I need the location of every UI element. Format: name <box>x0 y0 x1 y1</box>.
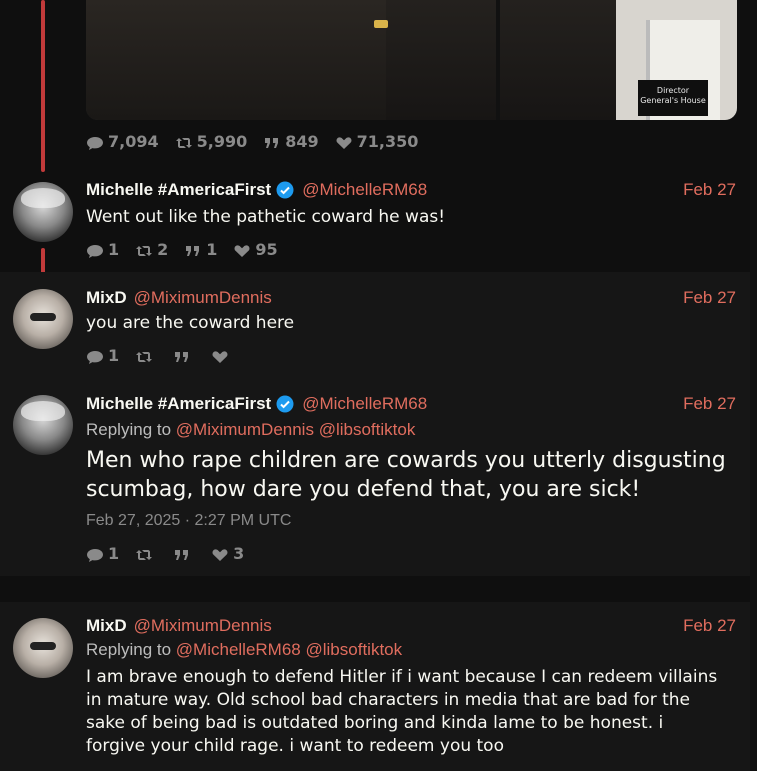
heart-icon <box>233 243 251 257</box>
reply-stat[interactable]: 7,094 <box>86 132 159 151</box>
heart-icon <box>211 547 229 561</box>
quote-icon <box>173 349 191 363</box>
reply-stat[interactable]: 1 <box>86 346 119 365</box>
user-handle[interactable]: @MichelleRM68 <box>302 394 427 414</box>
user-handle[interactable]: @MichelleRM68 <box>302 180 427 200</box>
comment-icon <box>86 547 104 562</box>
tweet-date[interactable]: Feb 27 <box>683 288 736 308</box>
tweet-date[interactable]: Feb 27 <box>683 394 736 414</box>
tweet-stats: 1 2 1 95 <box>86 240 294 259</box>
comment-icon <box>86 243 104 258</box>
tweet-media-image[interactable]: Director General's House <box>86 0 737 120</box>
tweet-stats: 1 3 <box>86 544 260 563</box>
avatar[interactable] <box>13 182 73 242</box>
retweet-stat[interactable]: 2 <box>135 240 168 259</box>
retweet-stat[interactable]: 5,990 <box>175 132 247 151</box>
mention-link[interactable]: @MichelleRM68 <box>176 640 301 659</box>
avatar[interactable] <box>13 618 73 678</box>
mention-link[interactable]: @libsoftiktok <box>306 640 403 659</box>
tweet-timestamp[interactable]: Feb 27, 2025 · 2:27 PM UTC <box>86 512 291 530</box>
quote-stat[interactable] <box>173 349 195 363</box>
like-stat[interactable]: 71,350 <box>335 132 418 151</box>
avatar[interactable] <box>13 395 73 455</box>
replying-to: Replying to @MichelleRM68 @libsoftiktok <box>86 640 403 659</box>
tweet-text: Men who rape children are cowards you ut… <box>86 448 726 502</box>
display-name[interactable]: Michelle #AmericaFirst <box>86 394 271 414</box>
image-sign: Director General's House <box>638 80 708 116</box>
heart-icon <box>211 349 229 363</box>
retweet-stat[interactable] <box>135 349 157 363</box>
tweet-date[interactable]: Feb 27 <box>683 180 736 200</box>
comment-icon <box>86 349 104 364</box>
display-name[interactable]: Michelle #AmericaFirst <box>86 180 271 200</box>
user-handle[interactable]: @MiximumDennis <box>134 288 272 308</box>
heart-icon <box>335 135 353 149</box>
like-stat[interactable]: 3 <box>211 544 244 563</box>
verified-badge-icon <box>276 181 294 199</box>
tweet-focused: Michelle #AmericaFirst @MichelleRM68 Feb… <box>0 378 750 576</box>
tweet-text: I am brave enough to defend Hitler if i … <box>86 667 718 756</box>
retweet-icon <box>135 349 153 363</box>
reply-stat[interactable]: 1 <box>86 240 119 259</box>
tweet-reply: Michelle #AmericaFirst @MichelleRM68 Feb… <box>0 172 750 270</box>
tweet-reply: MixD @MiximumDennis Feb 27 you are the c… <box>0 272 750 378</box>
avatar[interactable] <box>13 289 73 349</box>
display-name[interactable]: MixD <box>86 288 127 308</box>
retweet-icon <box>135 243 153 257</box>
quote-stat[interactable]: 849 <box>263 132 319 151</box>
display-name[interactable]: MixD <box>86 616 127 636</box>
quote-icon <box>173 547 191 561</box>
user-handle[interactable]: @MiximumDennis <box>134 616 272 636</box>
retweet-stat[interactable] <box>135 547 157 561</box>
reply-stat[interactable]: 1 <box>86 544 119 563</box>
comment-icon <box>86 135 104 150</box>
quote-stat[interactable]: 1 <box>184 240 217 259</box>
tweet-reply: MixD @MiximumDennis Feb 27 Replying to @… <box>0 602 750 771</box>
tweet-date[interactable]: Feb 27 <box>683 616 736 636</box>
quote-stat[interactable] <box>173 547 195 561</box>
retweet-icon <box>175 135 193 149</box>
tweet-text: you are the coward here <box>86 313 295 333</box>
mention-link[interactable]: @MiximumDennis <box>176 420 314 439</box>
replying-to: Replying to @MiximumDennis @libsoftiktok <box>86 420 416 439</box>
like-stat[interactable]: 95 <box>233 240 278 259</box>
thread-line <box>41 0 45 172</box>
retweet-icon <box>135 547 153 561</box>
like-stat[interactable] <box>211 349 233 363</box>
mention-link[interactable]: @libsoftiktok <box>319 420 416 439</box>
quote-icon <box>263 135 281 149</box>
verified-badge-icon <box>276 395 294 413</box>
tweet-text: Went out like the pathetic coward he was… <box>86 207 446 227</box>
main-tweet-stats: 7,094 5,990 849 71,350 <box>86 132 434 151</box>
quote-icon <box>184 243 202 257</box>
tweet-stats: 1 <box>86 346 249 365</box>
